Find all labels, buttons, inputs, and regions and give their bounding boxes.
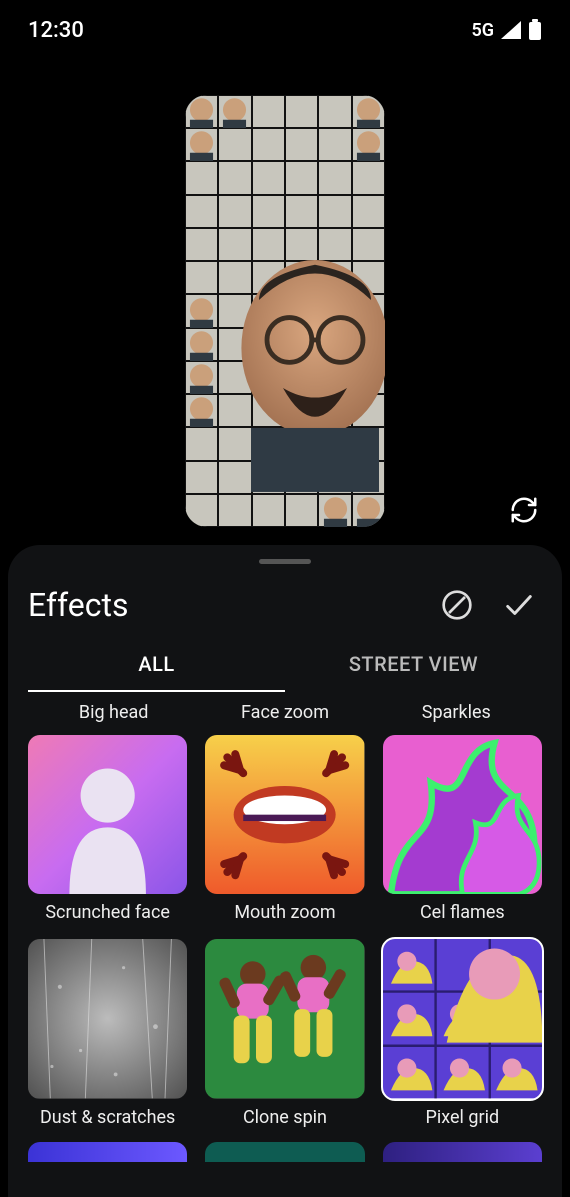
preview-tile [352,494,385,527]
effects-sheet: Effects ALL STREET VIEW Big head Face zo… [8,545,562,1197]
preview-tile [185,295,218,328]
cancel-circle-icon [441,589,473,621]
effect-mouth-zoom[interactable]: Mouth zoom [205,735,364,923]
effect-label: Cel flames [420,902,505,923]
dust-scratches-icon [28,939,187,1098]
clone-spin-icon [205,939,364,1098]
sheet-drag-handle[interactable] [259,559,311,564]
effect-clone-spin[interactable]: Clone spin [205,939,364,1127]
effect-category-tabs: ALL STREET VIEW [8,652,562,692]
effect-thumb [205,939,364,1098]
status-network: 5G [471,20,494,41]
effect-preview-area [0,95,570,527]
effects-grid: Scrunched face Mo [8,723,562,1128]
check-icon [502,588,536,622]
cel-flames-icon [383,735,542,894]
tab-street-view[interactable]: STREET VIEW [285,652,542,692]
preview-tile [185,394,218,427]
effect-peek[interactable] [28,1142,187,1162]
effect-thumb [28,735,187,894]
effect-thumb [205,735,364,894]
effect-thumb [383,735,542,894]
sheet-title: Effects [28,586,418,624]
status-bar: 12:30 5G [0,0,570,60]
effects-partial-row: Big head Face zoom Sparkles [8,692,562,723]
effect-label: Scrunched face [45,902,170,923]
effect-label-sparkles: Sparkles [381,702,532,723]
effect-label: Pixel grid [426,1107,500,1128]
effect-thumb [383,939,542,1098]
effect-peek[interactable] [205,1142,364,1162]
preview-face [235,251,385,493]
sheet-header: Effects [8,582,562,652]
effect-label: Clone spin [243,1107,327,1128]
effect-dust-scratches[interactable]: Dust & scratches [28,939,187,1127]
preview-tile [352,128,385,161]
preview-tile [185,128,218,161]
effect-scrunched-face[interactable]: Scrunched face [28,735,187,923]
refresh-button[interactable] [504,490,544,530]
preview-tile [319,494,352,527]
refresh-icon [509,495,539,525]
preview-tile [185,328,218,361]
mouth-zoom-icon [205,735,364,894]
effect-label-big-head: Big head [38,702,189,723]
preview-tile [185,361,218,394]
signal-icon [500,20,522,40]
confirm-button[interactable] [496,582,542,628]
preview-tile [352,95,385,128]
effect-label-face-zoom: Face zoom [209,702,360,723]
effect-cel-flames[interactable]: Cel flames [383,735,542,923]
effects-next-row-peek [8,1128,562,1162]
status-right: 5G [471,19,542,41]
effect-peek[interactable] [383,1142,542,1162]
status-time: 12:30 [28,18,84,43]
battery-icon [528,19,542,41]
tab-all[interactable]: ALL [28,652,285,692]
effect-label: Mouth zoom [234,902,335,923]
effect-pixel-grid[interactable]: Pixel grid [383,939,542,1127]
preview-tile [185,95,218,128]
preview-tile [218,95,251,128]
scrunched-face-icon [28,735,187,894]
effect-preview[interactable] [185,95,385,527]
clear-effect-button[interactable] [434,582,480,628]
pixel-grid-icon [383,939,542,1098]
effect-thumb [28,939,187,1098]
effect-label: Dust & scratches [40,1107,175,1128]
